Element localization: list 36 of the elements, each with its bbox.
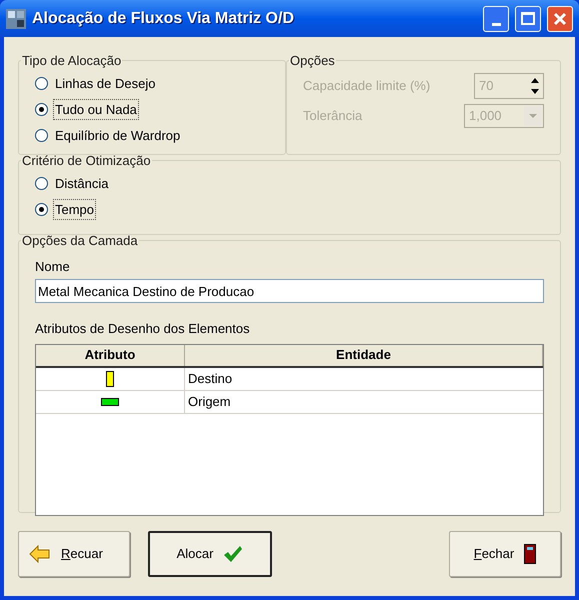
name-field[interactable]: Metal Mecanica Destino de Producao: [35, 279, 544, 303]
close-button[interactable]: [547, 6, 573, 32]
app-icon: [6, 8, 26, 28]
radio-label: Linhas de Desejo: [54, 74, 156, 93]
radio-label: Tempo: [54, 200, 96, 220]
radio-button[interactable]: [35, 129, 48, 142]
door-icon: [524, 544, 536, 564]
table-cell-text: Destino: [187, 370, 234, 388]
column-header[interactable]: Entidade: [185, 344, 543, 366]
back-button[interactable]: Recuar: [18, 531, 130, 577]
close-icon: [553, 12, 567, 26]
group-title: Opções: [289, 52, 336, 70]
dropdown-arrow-icon: [529, 114, 537, 118]
minimize-button[interactable]: [483, 6, 509, 32]
group-title: Opções da Camada: [21, 232, 139, 250]
radio-button[interactable]: [35, 203, 48, 216]
radio-button[interactable]: [35, 77, 48, 90]
column-header[interactable]: Atributo: [36, 344, 185, 366]
field-label: Nome: [35, 258, 71, 276]
allocate-button[interactable]: Alocar: [148, 531, 272, 577]
maximize-button[interactable]: [515, 6, 541, 32]
arrow-left-icon: [29, 545, 51, 563]
table-cell-text: Origem: [187, 392, 232, 411]
radio-label: Equilíbrio de Wardrop: [54, 126, 182, 145]
table-title: Atributos de Desenho dos Elementos: [35, 320, 251, 338]
radio-button[interactable]: [35, 177, 48, 190]
radio-label: Tudo ou Nada: [54, 100, 138, 120]
group-title: Critério de Otimização: [21, 152, 152, 170]
field-label: Tolerância: [303, 106, 362, 125]
radio-button[interactable]: [35, 103, 48, 116]
window-title: Alocação de Fluxos Via Matriz O/D: [32, 8, 295, 28]
field-label: Capacidade limite (%): [303, 76, 430, 95]
close-dialog-button[interactable]: Fechar: [449, 531, 561, 577]
checkmark-icon: [223, 545, 244, 563]
group-title: Tipo de Alocação: [21, 52, 122, 70]
radio-label: Distância: [54, 174, 110, 193]
